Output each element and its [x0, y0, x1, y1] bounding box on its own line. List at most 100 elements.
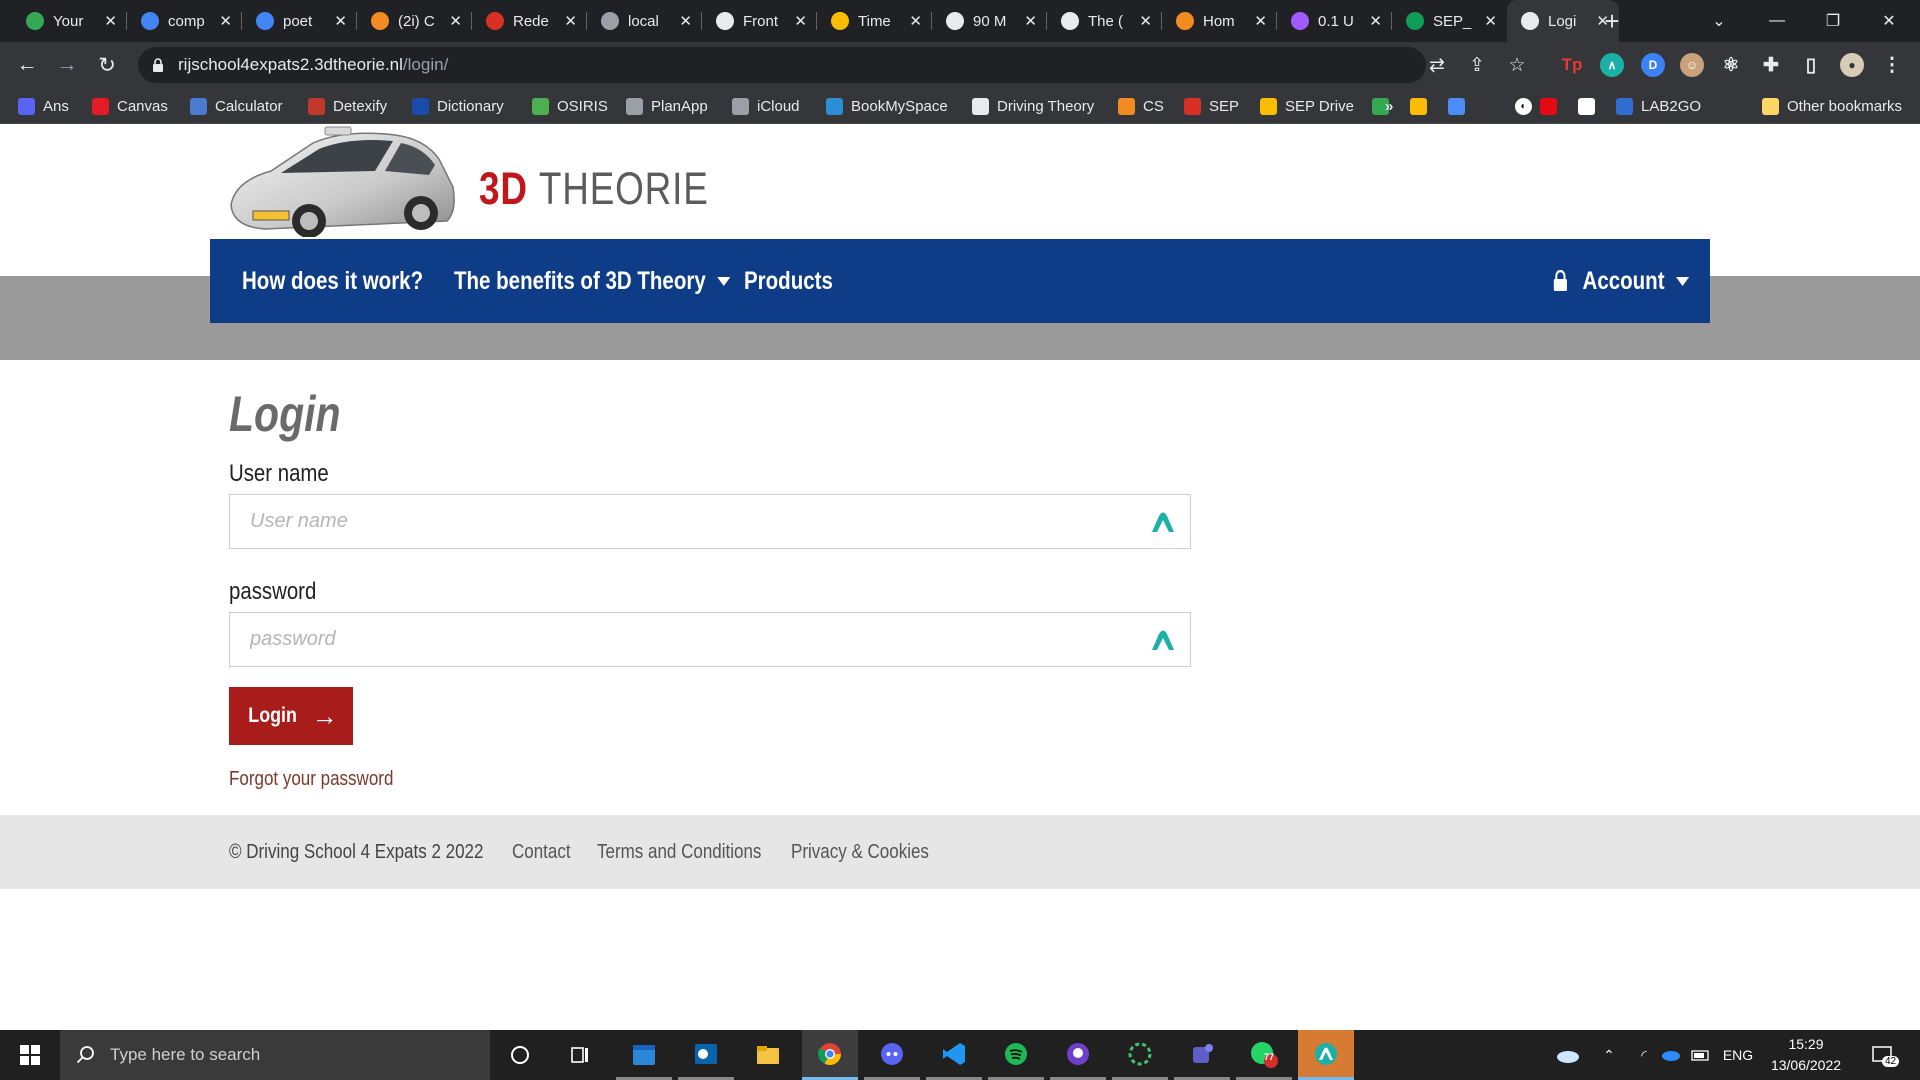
tab-close-icon[interactable]: ✕ [909, 12, 922, 30]
footer-terms-link[interactable]: Terms and Conditions [597, 815, 761, 889]
browser-tab[interactable]: poet ✕ [242, 0, 357, 42]
browser-tab[interactable]: Time ✕ [817, 0, 932, 42]
show-hidden-icons-chevron[interactable]: ⌃ [1596, 1030, 1622, 1080]
block-bookmark-icon[interactable] [1578, 88, 1603, 124]
file-explorer-icon[interactable] [740, 1030, 796, 1080]
tab-close-icon[interactable]: ✕ [449, 12, 462, 30]
bookmark-item[interactable]: BookMySpace [826, 88, 948, 124]
close-window-button[interactable]: ✕ [1862, 0, 1916, 42]
tab-close-icon[interactable]: ✕ [1484, 12, 1497, 30]
outlook-app-icon[interactable] [678, 1030, 734, 1080]
nav-benefits-dropdown[interactable]: The benefits of 3D Theory [454, 239, 731, 323]
address-bar[interactable]: rijschool4expats2.3dtheorie.nl/login/ ⇄ … [138, 47, 1526, 83]
browser-tab[interactable]: Your ✕ [12, 0, 127, 42]
bookmark-item[interactable]: Ans [18, 88, 69, 124]
footer-contact-link[interactable]: Contact [512, 815, 571, 889]
nav-products[interactable]: Products [744, 239, 833, 323]
nordvpn-extension-icon[interactable]: ∧ [1600, 53, 1624, 77]
notification-center-button[interactable]: 42 [1862, 1030, 1902, 1080]
whatsapp-app-icon[interactable]: 77 [1236, 1030, 1292, 1080]
tab-close-icon[interactable]: ✕ [219, 12, 232, 30]
start-button[interactable] [0, 1030, 60, 1080]
wifi-icon[interactable]: ◜ [1632, 1030, 1656, 1080]
nav-account-dropdown[interactable]: Account [1553, 239, 1690, 323]
bookmark-item[interactable]: SEP Drive [1260, 88, 1354, 124]
cloud-tray-icon[interactable] [1658, 1030, 1684, 1080]
tab-close-icon[interactable]: ✕ [1254, 12, 1267, 30]
browser-menu-icon[interactable]: ⋮ [1880, 53, 1904, 77]
nav-how-does-it-work[interactable]: How does it work? [242, 239, 423, 323]
browser-tab[interactable]: (2i) C ✕ [357, 0, 472, 42]
reload-button[interactable]: ↻ [91, 49, 123, 81]
bookmark-item[interactable]: SEP [1184, 88, 1239, 124]
tab-close-icon[interactable]: ✕ [564, 12, 577, 30]
browser-tab[interactable]: 0.1 U ✕ [1277, 0, 1392, 42]
tab-search-chevron-icon[interactable]: ⌄ [1692, 0, 1746, 42]
password-manager-icon[interactable] [1150, 628, 1176, 652]
browser-tab[interactable]: SEP_ ✕ [1392, 0, 1507, 42]
bookmark-item[interactable]: Driving Theory [972, 88, 1094, 124]
deepl-extension-icon[interactable]: D [1641, 53, 1665, 77]
site-logo-text[interactable]: 3D THEORIE [479, 163, 709, 215]
browser-tab[interactable]: Rede ✕ [472, 0, 587, 42]
tab-close-icon[interactable]: ✕ [104, 12, 117, 30]
calendar-app-icon[interactable] [616, 1030, 672, 1080]
task-view-icon[interactable] [552, 1030, 608, 1080]
bookmark-item[interactable]: PlanApp [626, 88, 708, 124]
login-button[interactable]: Login → [229, 687, 353, 745]
react-extension-icon[interactable]: ⚛ [1719, 53, 1743, 77]
side-panel-icon[interactable]: ▯ [1799, 53, 1823, 77]
password-manager-icon[interactable] [1150, 510, 1176, 534]
forward-button[interactable]: → [51, 49, 83, 81]
bookmark-item[interactable]: CS [1118, 88, 1164, 124]
bookmark-item[interactable]: iCloud [732, 88, 800, 124]
tp-extension-icon[interactable]: Tp [1560, 53, 1584, 77]
tab-close-icon[interactable]: ✕ [794, 12, 807, 30]
system-clock[interactable]: 15:29 13/06/2022 [1758, 1034, 1854, 1076]
face-extension-icon[interactable]: ☺ [1680, 53, 1704, 77]
spotify-app-icon[interactable] [988, 1030, 1044, 1080]
extensions-puzzle-icon[interactable]: ✚ [1759, 53, 1783, 77]
tab-close-icon[interactable]: ✕ [334, 12, 347, 30]
minimize-button[interactable]: — [1750, 0, 1804, 42]
back-button[interactable]: ← [11, 49, 43, 81]
browser-tab[interactable]: The (✕ [1047, 0, 1162, 42]
bookmark-star-icon[interactable]: ☆ [1502, 47, 1532, 83]
cortana-icon[interactable] [492, 1030, 548, 1080]
new-tab-button[interactable]: + [1598, 7, 1626, 35]
tab-close-icon[interactable]: ✕ [1024, 12, 1037, 30]
battery-icon[interactable] [1688, 1030, 1714, 1080]
netflix-bookmark-icon[interactable] [1540, 88, 1565, 124]
chrome-app-icon[interactable] [802, 1030, 858, 1080]
translate-icon[interactable]: ⇄ [1422, 47, 1452, 83]
profile-avatar[interactable]: ● [1840, 53, 1864, 77]
bookmark-item[interactable]: Dictionary [412, 88, 504, 124]
more-bookmarks-button[interactable]: » [1385, 88, 1393, 124]
tab-close-icon[interactable]: ✕ [1139, 12, 1152, 30]
username-input[interactable] [250, 510, 1130, 533]
bookmark-item[interactable]: Calculator [190, 88, 283, 124]
footer-privacy-link[interactable]: Privacy & Cookies [791, 815, 929, 889]
browser-tab[interactable]: local ✕ [587, 0, 702, 42]
loading-app-icon[interactable] [1112, 1030, 1168, 1080]
password-input[interactable] [250, 628, 1130, 651]
bookmark-item[interactable]: OSIRIS [532, 88, 608, 124]
taskbar-search-box[interactable]: Type here to search [60, 1030, 490, 1080]
tab-close-icon[interactable]: ✕ [1369, 12, 1382, 30]
restore-button[interactable]: ❐ [1806, 0, 1860, 42]
m-bookmark-icon[interactable] [1448, 88, 1473, 124]
browser-tab[interactable]: 90 M ✕ [932, 0, 1047, 42]
drive-bookmark-icon[interactable] [1410, 88, 1435, 124]
tab-close-icon[interactable]: ✕ [679, 12, 692, 30]
discord-app-icon[interactable] [864, 1030, 920, 1080]
bookmark-item[interactable]: LAB2GO [1616, 88, 1701, 124]
bookmark-github-icon[interactable]: ◐ [1515, 88, 1540, 124]
nordpass-app-icon[interactable] [1298, 1030, 1354, 1080]
github-desktop-app-icon[interactable] [1050, 1030, 1106, 1080]
bookmark-item[interactable]: Canvas [92, 88, 168, 124]
bookmark-item[interactable]: Detexify [308, 88, 387, 124]
teams-app-icon[interactable] [1174, 1030, 1230, 1080]
onedrive-icon[interactable] [1550, 1030, 1584, 1080]
forgot-password-link[interactable]: Forgot your password [229, 768, 393, 791]
other-bookmarks-folder[interactable]: Other bookmarks [1762, 88, 1902, 124]
